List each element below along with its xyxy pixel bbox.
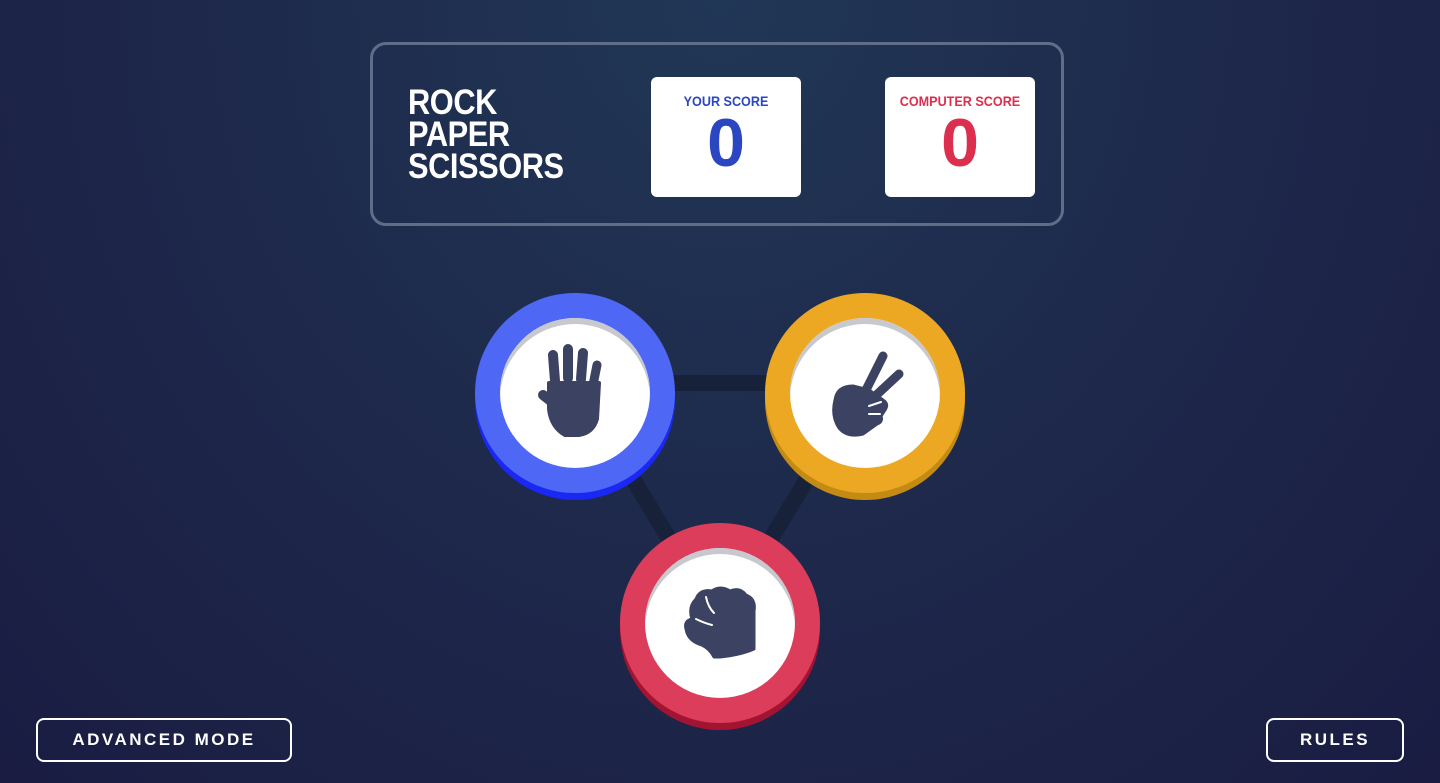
computer-score-value: 0 [941,105,979,181]
scissors-hand-icon [832,351,904,437]
scissors-choice-button[interactable] [765,293,965,493]
advanced-mode-button[interactable]: ADVANCED MODE [36,718,292,762]
scissors-choice-face [790,318,940,468]
rock-fist-icon [684,586,756,659]
title-line-scissors: SCISSORS [408,147,564,186]
rock-choice-face [645,548,795,698]
player-score-label: YOUR SCORE [683,93,769,109]
rules-button[interactable]: RULES [1266,718,1404,762]
rock-choice-button[interactable] [620,523,820,723]
paper-choice-button[interactable] [475,293,675,493]
score-header: ROCK PAPER SCISSORS YOUR SCORE 0 COMPUTE… [370,42,1064,226]
paper-choice-face [500,318,650,468]
computer-score-label: COMPUTER SCORE [899,93,1021,109]
paper-hand-icon [538,344,602,437]
computer-score-card: COMPUTER SCORE 0 [885,77,1035,197]
player-score-card: YOUR SCORE 0 [651,77,801,197]
game-title: ROCK PAPER SCISSORS [408,85,564,186]
player-score-value: 0 [707,105,745,181]
